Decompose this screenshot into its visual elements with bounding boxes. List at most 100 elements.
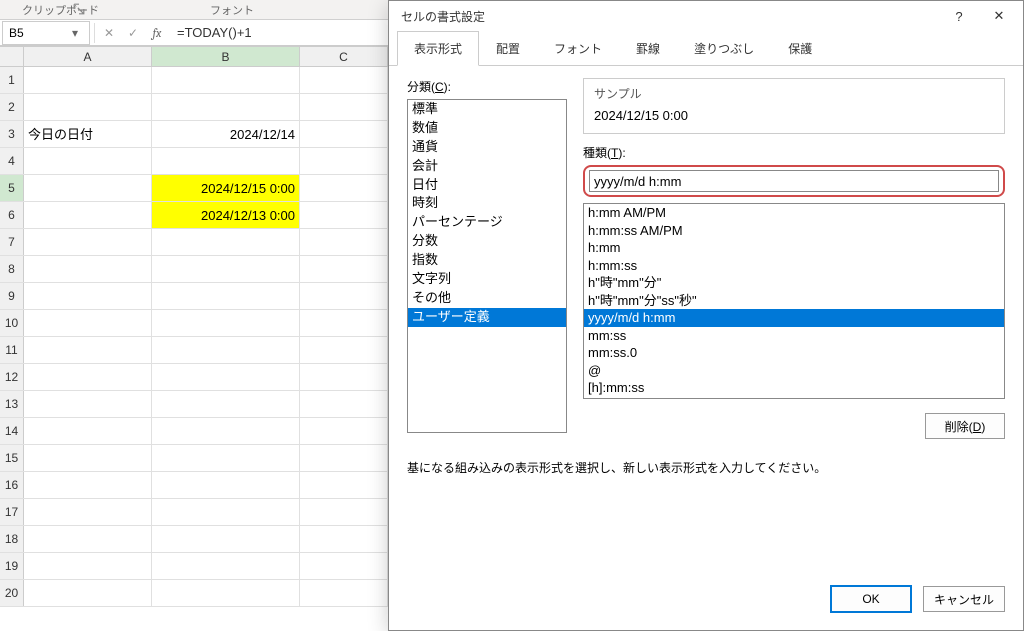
type-item[interactable]: h:mm:ss AM/PM bbox=[584, 222, 1004, 240]
cell[interactable] bbox=[300, 94, 388, 120]
name-box[interactable]: B5 ▾ bbox=[2, 21, 90, 45]
cell[interactable] bbox=[300, 67, 388, 93]
cell[interactable] bbox=[152, 364, 300, 390]
cell[interactable] bbox=[152, 283, 300, 309]
row-header[interactable]: 7 bbox=[0, 229, 24, 255]
cell[interactable]: 今日の日付 bbox=[24, 121, 152, 147]
type-input[interactable] bbox=[589, 170, 999, 192]
cell[interactable] bbox=[300, 472, 388, 498]
cell[interactable]: 2024/12/14 bbox=[152, 121, 300, 147]
row-header[interactable]: 9 bbox=[0, 283, 24, 309]
cell[interactable] bbox=[300, 391, 388, 417]
cell[interactable] bbox=[152, 310, 300, 336]
cell[interactable] bbox=[152, 148, 300, 174]
cell[interactable] bbox=[152, 526, 300, 552]
row-header[interactable]: 3 bbox=[0, 121, 24, 147]
cell[interactable] bbox=[24, 418, 152, 444]
row-header[interactable]: 6 bbox=[0, 202, 24, 228]
tab-3[interactable]: 罫線 bbox=[619, 31, 677, 66]
cell[interactable] bbox=[24, 310, 152, 336]
cell[interactable] bbox=[152, 472, 300, 498]
cell[interactable] bbox=[300, 310, 388, 336]
category-item[interactable]: ユーザー定義 bbox=[408, 308, 566, 327]
delete-button[interactable]: 削除(D) bbox=[925, 413, 1005, 439]
category-item[interactable]: 通貨 bbox=[408, 138, 566, 157]
type-listbox[interactable]: h:mm AM/PMh:mm:ss AM/PMh:mmh:mm:ssh"時"mm… bbox=[583, 203, 1005, 399]
cell[interactable] bbox=[300, 121, 388, 147]
category-item[interactable]: 数値 bbox=[408, 119, 566, 138]
tab-2[interactable]: フォント bbox=[537, 31, 619, 66]
cell[interactable] bbox=[152, 256, 300, 282]
insert-function-icon[interactable]: fx bbox=[145, 22, 169, 44]
col-header-B[interactable]: B bbox=[152, 47, 300, 66]
type-item[interactable]: h"時"mm"分" bbox=[584, 274, 1004, 292]
cell[interactable]: 2024/12/13 0:00 bbox=[152, 202, 300, 228]
cell[interactable] bbox=[152, 580, 300, 606]
cell[interactable] bbox=[152, 94, 300, 120]
type-item[interactable]: h"時"mm"分"ss"秒" bbox=[584, 292, 1004, 310]
row-header[interactable]: 17 bbox=[0, 499, 24, 525]
category-item[interactable]: 会計 bbox=[408, 157, 566, 176]
cell[interactable] bbox=[24, 256, 152, 282]
tab-0[interactable]: 表示形式 bbox=[397, 31, 479, 66]
type-item[interactable]: mm:ss.0 bbox=[584, 344, 1004, 362]
type-item[interactable]: @ bbox=[584, 362, 1004, 380]
category-item[interactable]: 時刻 bbox=[408, 194, 566, 213]
cell[interactable] bbox=[300, 283, 388, 309]
category-item[interactable]: 日付 bbox=[408, 176, 566, 195]
type-item[interactable]: h:mm:ss bbox=[584, 257, 1004, 275]
type-item[interactable]: h:mm AM/PM bbox=[584, 204, 1004, 222]
dialog-help-button[interactable]: ? bbox=[939, 2, 979, 30]
cell[interactable] bbox=[300, 499, 388, 525]
category-item[interactable]: パーセンテージ bbox=[408, 213, 566, 232]
type-item[interactable]: [$-ja-JP-x-gannen]ggge"年"m"月"d"日";@ bbox=[584, 397, 1004, 399]
cell[interactable] bbox=[300, 418, 388, 444]
category-item[interactable]: 標準 bbox=[408, 100, 566, 119]
category-item[interactable]: 指数 bbox=[408, 251, 566, 270]
category-item[interactable]: 文字列 bbox=[408, 270, 566, 289]
row-header[interactable]: 5 bbox=[0, 175, 24, 201]
cell[interactable] bbox=[152, 445, 300, 471]
cell[interactable]: 2024/12/15 0:00 bbox=[152, 175, 300, 201]
row-header[interactable]: 18 bbox=[0, 526, 24, 552]
cancel-button[interactable]: キャンセル bbox=[923, 586, 1005, 612]
cell[interactable] bbox=[152, 499, 300, 525]
type-item[interactable]: yyyy/m/d h:mm bbox=[584, 309, 1004, 327]
cell[interactable] bbox=[24, 337, 152, 363]
name-box-dropdown-icon[interactable]: ▾ bbox=[67, 26, 83, 40]
category-item[interactable]: 分数 bbox=[408, 232, 566, 251]
cell[interactable] bbox=[24, 391, 152, 417]
cell[interactable] bbox=[300, 553, 388, 579]
tab-5[interactable]: 保護 bbox=[771, 31, 829, 66]
cell[interactable] bbox=[24, 67, 152, 93]
cell[interactable] bbox=[24, 364, 152, 390]
cell[interactable] bbox=[24, 229, 152, 255]
cell[interactable] bbox=[300, 445, 388, 471]
cell[interactable] bbox=[152, 67, 300, 93]
cell[interactable] bbox=[152, 418, 300, 444]
row-header[interactable]: 1 bbox=[0, 67, 24, 93]
cell[interactable] bbox=[24, 445, 152, 471]
cell[interactable] bbox=[24, 202, 152, 228]
row-header[interactable]: 10 bbox=[0, 310, 24, 336]
cell[interactable] bbox=[24, 580, 152, 606]
dialog-close-button[interactable]: ✕ bbox=[979, 2, 1019, 30]
row-header[interactable]: 15 bbox=[0, 445, 24, 471]
row-header[interactable]: 11 bbox=[0, 337, 24, 363]
category-listbox[interactable]: 標準数値通貨会計日付時刻パーセンテージ分数指数文字列その他ユーザー定義 bbox=[407, 99, 567, 433]
formula-enter-icon[interactable]: ✓ bbox=[121, 22, 145, 44]
row-header[interactable]: 16 bbox=[0, 472, 24, 498]
cell[interactable] bbox=[300, 148, 388, 174]
row-header[interactable]: 8 bbox=[0, 256, 24, 282]
type-item[interactable]: mm:ss bbox=[584, 327, 1004, 345]
col-header-A[interactable]: A bbox=[24, 47, 152, 66]
cell[interactable] bbox=[24, 553, 152, 579]
cell[interactable] bbox=[24, 499, 152, 525]
cell[interactable] bbox=[152, 337, 300, 363]
category-item[interactable]: その他 bbox=[408, 289, 566, 308]
cell[interactable] bbox=[300, 526, 388, 552]
ok-button[interactable]: OK bbox=[831, 586, 911, 612]
cell[interactable] bbox=[152, 229, 300, 255]
tab-1[interactable]: 配置 bbox=[479, 31, 537, 66]
cell[interactable] bbox=[24, 175, 152, 201]
